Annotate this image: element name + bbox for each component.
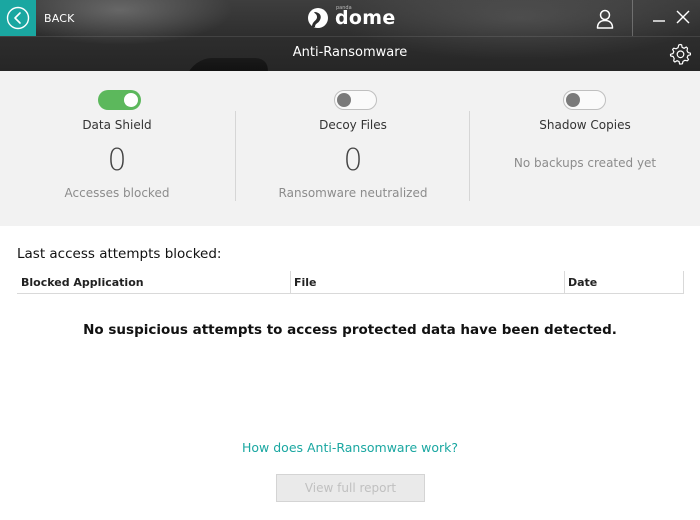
toggle-knob [337,93,351,107]
feature-subtitle: Ransomware neutralized [278,186,428,200]
help-link[interactable]: How does Anti-Ransomware work? [0,440,700,455]
back-label[interactable]: BACK [44,12,75,25]
header-separator [0,36,700,37]
user-account-button[interactable] [595,8,615,34]
toggle-knob [124,93,138,107]
feature-shadow-copies: Shadow Copies No backups created yet [470,71,700,226]
feature-count: 0 [343,143,363,178]
logo-brand-text: panda [336,5,352,11]
decoy-files-toggle[interactable] [334,90,377,110]
close-icon [676,10,690,24]
toggle-track [334,90,377,110]
app-logo: panda dome [306,5,396,30]
column-header-file[interactable]: File [290,271,564,294]
table-header: Blocked Application File Date [17,271,684,294]
feature-label: Shadow Copies [539,118,631,132]
minimize-icon [653,20,665,22]
minimize-button[interactable] [652,10,666,30]
gear-icon [669,43,692,65]
shadow-copies-toggle[interactable] [563,90,606,110]
section-title: Last access attempts blocked: [17,246,222,262]
column-separator [683,271,684,294]
app-header: BACK panda dome Anti-Ransomware [0,0,700,71]
column-header-date[interactable]: Date [564,271,683,294]
feature-data-shield: Data Shield 0 Accesses blocked [0,71,234,226]
toggle-track [98,90,141,110]
settings-button[interactable] [669,43,692,69]
data-shield-toggle[interactable] [98,90,141,110]
back-arrow-icon [6,6,30,30]
feature-count: 0 [107,143,127,178]
page-title: Anti-Ransomware [292,45,408,60]
feature-subtitle: Accesses blocked [64,186,170,200]
back-button[interactable] [0,0,36,36]
feature-decoy-files: Decoy Files 0 Ransomware neutralized [236,71,470,226]
close-button[interactable] [675,9,691,29]
feature-note: No backups created yet [513,156,657,170]
toggle-track [563,90,606,110]
dome-logo-icon [308,8,328,28]
feature-label: Data Shield [82,118,152,132]
feature-label: Decoy Files [319,118,387,132]
features-panel: Data Shield 0 Accesses blocked Decoy Fil… [0,71,700,226]
header-divider [632,0,633,36]
view-full-report-button[interactable]: View full report [276,474,425,502]
empty-table-message: No suspicious attempts to access protect… [83,322,617,338]
toggle-knob [566,93,580,107]
user-icon [596,9,614,29]
column-header-blocked-application[interactable]: Blocked Application [17,271,290,294]
